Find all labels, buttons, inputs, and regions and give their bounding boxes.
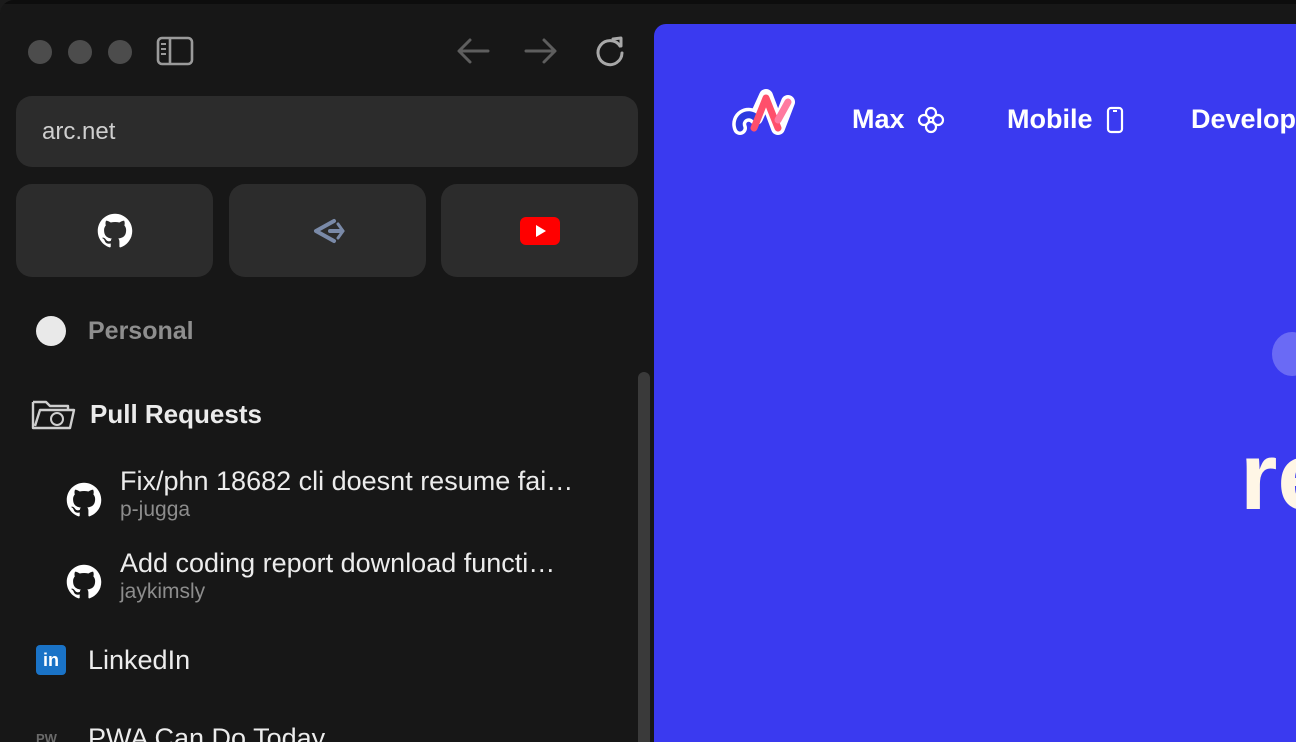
github-icon	[66, 564, 102, 599]
tab-title: Fix/phn 18682 cli doesnt resume fai…	[120, 466, 574, 496]
browser-window: arc.net Personal Pull Requests Fix/phn 1…	[0, 0, 1296, 742]
folder-open-icon	[31, 400, 76, 430]
close-window-button[interactable]	[28, 40, 52, 64]
tab-subtitle: jaykimsly	[120, 580, 206, 603]
hero-decoration	[1272, 332, 1296, 376]
tab-pr-2[interactable]: Add coding report download functi… jayki…	[66, 546, 616, 616]
arc-logo-icon[interactable]	[732, 88, 798, 148]
sidebar-toggle-icon[interactable]	[155, 34, 195, 68]
nav-label: Develop	[1191, 104, 1296, 134]
forward-arrow-icon[interactable]	[520, 33, 562, 69]
pinned-tab-linear[interactable]	[229, 184, 426, 277]
nav-max[interactable]: Max	[852, 104, 945, 135]
tab-pr-1[interactable]: Fix/phn 18682 cli doesnt resume fai… p-j…	[66, 464, 616, 534]
minimize-window-button[interactable]	[68, 40, 92, 64]
folder-pull-requests[interactable]: Pull Requests	[30, 392, 262, 436]
maximize-window-button[interactable]	[108, 40, 132, 64]
pwa-icon: PW	[36, 730, 57, 742]
web-content: Max Mobile Develop re	[654, 24, 1296, 742]
url-text: arc.net	[42, 117, 116, 145]
pinned-tab-youtube[interactable]	[441, 184, 638, 277]
url-bar[interactable]: arc.net	[16, 96, 638, 167]
tab-label: PWA Can Do Today	[88, 722, 326, 742]
tab-subtitle: p-jugga	[120, 498, 191, 521]
nav-label: Mobile	[1007, 104, 1093, 134]
reload-icon[interactable]	[590, 31, 630, 71]
sidebar-scrollbar[interactable]	[638, 372, 650, 742]
folder-label: Pull Requests	[90, 398, 262, 429]
pinned-tab-github[interactable]	[16, 184, 213, 277]
nav-mobile[interactable]: Mobile	[1007, 104, 1125, 135]
space-personal[interactable]: Personal	[36, 310, 194, 352]
tab-linkedin[interactable]: in LinkedIn	[36, 640, 190, 680]
github-icon	[97, 213, 132, 247]
hero-heading: re	[1240, 423, 1296, 530]
tab-pwa[interactable]: PW PWA Can Do Today	[36, 718, 325, 742]
linear-icon	[313, 218, 345, 243]
phone-icon	[1105, 106, 1125, 134]
linkedin-icon: in	[36, 645, 66, 675]
tab-label: LinkedIn	[88, 644, 191, 675]
back-arrow-icon[interactable]	[452, 33, 494, 69]
space-label: Personal	[88, 316, 194, 345]
nav-developers[interactable]: Develop	[1191, 104, 1296, 135]
sidebar: arc.net Personal Pull Requests Fix/phn 1…	[0, 0, 654, 742]
space-dot-icon	[36, 316, 66, 346]
youtube-icon	[519, 216, 560, 245]
tab-title: Add coding report download functi…	[120, 548, 556, 578]
flower-icon	[917, 106, 945, 134]
nav-label: Max	[852, 104, 905, 134]
github-icon	[66, 482, 102, 517]
